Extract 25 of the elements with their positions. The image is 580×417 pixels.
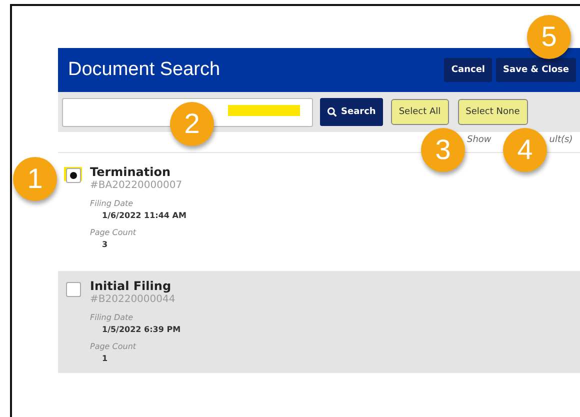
field-label: Page Count bbox=[90, 228, 138, 237]
document-number: #BA20220000007 bbox=[90, 180, 184, 191]
field-value: 1/5/2022 6:39 PM bbox=[102, 325, 181, 334]
field-value: 1 bbox=[102, 354, 109, 363]
field-label: Filing Date bbox=[90, 199, 134, 208]
checkbox[interactable] bbox=[66, 282, 81, 297]
search-button[interactable]: Search bbox=[320, 98, 383, 126]
document-number: #B20220000044 bbox=[90, 294, 176, 305]
step-number-badge: 5 bbox=[527, 15, 571, 59]
search-icon bbox=[327, 107, 337, 117]
select-button[interactable]: Select None bbox=[458, 99, 528, 125]
header-button[interactable]: Cancel bbox=[444, 58, 492, 82]
field-value: 1/6/2022 11:44 AM bbox=[102, 211, 186, 220]
result-count-text: ult(s) bbox=[549, 135, 573, 147]
field-value: 3 bbox=[102, 240, 109, 249]
field-label: Page Count bbox=[90, 342, 138, 351]
header-button[interactable]: Save & Close bbox=[496, 58, 576, 82]
window-title: Document Search bbox=[68, 59, 220, 81]
result-title: Termination bbox=[90, 165, 172, 179]
result-title: Initial Filing bbox=[90, 279, 172, 293]
result-card[interactable]: Initial Filing #B20220000044 Filing Date 1/5/2022 6:39 PM Page Count 1 bbox=[58, 271, 580, 373]
field-label: Filing Date bbox=[90, 313, 134, 322]
result-count-text: Show bbox=[467, 135, 492, 147]
select-button[interactable]: Select All bbox=[390, 99, 449, 125]
step-number-badge: 1 bbox=[13, 157, 57, 201]
